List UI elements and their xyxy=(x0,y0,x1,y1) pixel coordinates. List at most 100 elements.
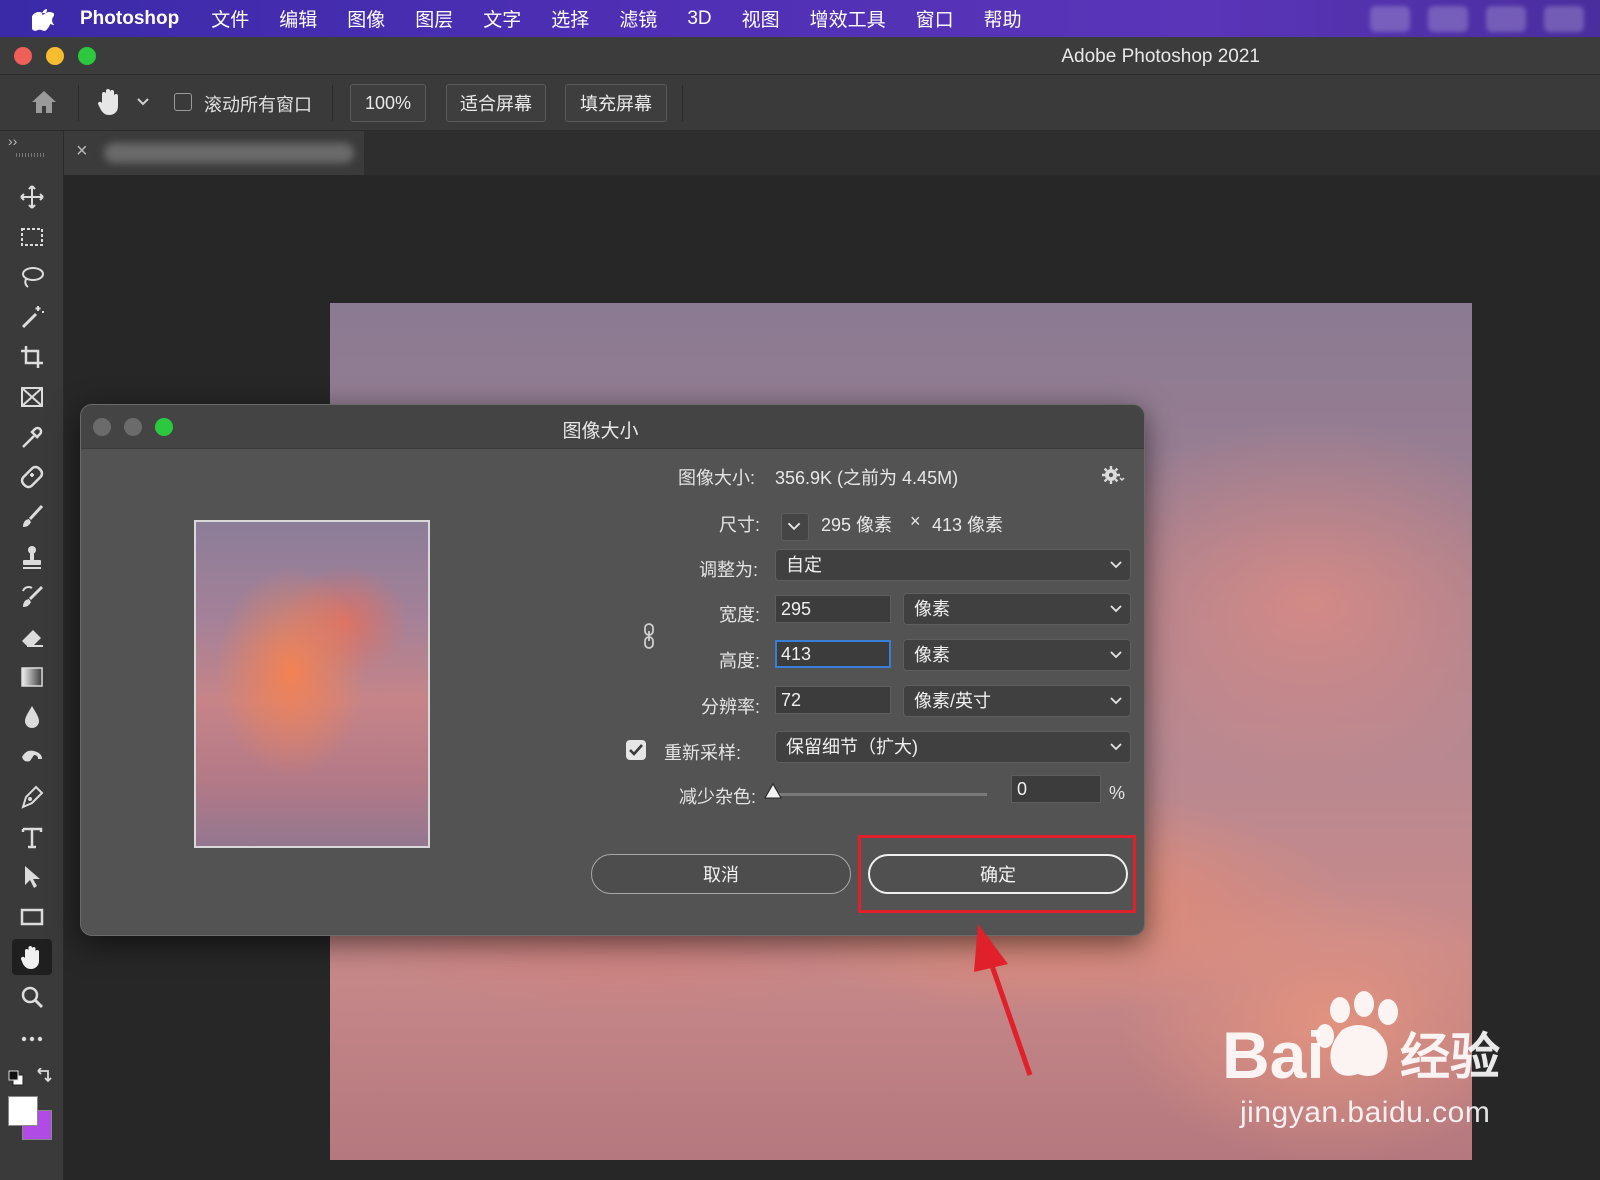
scroll-all-windows-label: 滚动所有窗口 xyxy=(204,95,312,115)
default-colors-icon[interactable] xyxy=(8,1070,24,1086)
zoom-100-button[interactable]: 100% xyxy=(350,84,426,122)
menu-select[interactable]: 选择 xyxy=(551,5,589,32)
chevron-down-icon xyxy=(787,522,801,531)
panel-grip[interactable] xyxy=(16,153,46,157)
window-minimize-button[interactable] xyxy=(46,47,64,65)
marquee-tool-icon[interactable] xyxy=(12,219,52,255)
tray-icon[interactable] xyxy=(1428,6,1468,32)
resolution-unit-value: 像素/英寸 xyxy=(914,691,992,711)
image-size-label: 图像大小: xyxy=(678,468,756,488)
tray-icon[interactable] xyxy=(1370,6,1410,32)
clone-stamp-tool-icon[interactable] xyxy=(12,539,52,575)
resample-label: 重新采样: xyxy=(664,743,742,763)
window-zoom-button[interactable] xyxy=(78,47,96,65)
fit-to-select[interactable]: 自定 xyxy=(775,549,1131,581)
smudge-tool-icon[interactable] xyxy=(12,739,52,775)
swap-colors-icon[interactable] xyxy=(34,1068,52,1086)
chevron-down-icon xyxy=(1110,743,1122,751)
width-unit-select[interactable]: 像素 xyxy=(903,593,1131,625)
foreground-color-swatch[interactable] xyxy=(8,1096,38,1126)
height-unit-select[interactable]: 像素 xyxy=(903,639,1131,671)
collapse-panel-icon[interactable]: ›› xyxy=(8,133,17,149)
dialog-titlebar: 图像大小 xyxy=(81,405,1144,449)
crop-tool-icon[interactable] xyxy=(12,339,52,375)
menu-type[interactable]: 文字 xyxy=(483,5,521,32)
width-unit-value: 像素 xyxy=(914,599,950,619)
menu-filter[interactable]: 滤镜 xyxy=(619,5,657,32)
document-tab[interactable]: × xyxy=(64,131,364,175)
menu-bar: Photoshop 文件 编辑 图像 图层 文字 选择 滤镜 3D 视图 增效工… xyxy=(0,0,1600,37)
reduce-noise-slider[interactable] xyxy=(771,793,987,796)
resample-method-select[interactable]: 保留细节（扩大) xyxy=(775,731,1131,763)
path-selection-tool-icon[interactable] xyxy=(12,859,52,895)
fill-screen-button[interactable]: 填充屏幕 xyxy=(565,84,667,122)
hand-tool-icon[interactable] xyxy=(96,87,122,117)
image-preview[interactable] xyxy=(194,520,430,848)
slider-thumb[interactable] xyxy=(764,783,782,799)
resolution-label: 分辨率: xyxy=(701,697,761,717)
document-tab-bar: × xyxy=(64,131,1600,175)
apple-icon[interactable] xyxy=(32,7,54,31)
width-input[interactable]: 295 xyxy=(775,595,891,623)
menu-file[interactable]: 文件 xyxy=(211,5,249,32)
resolution-unit-select[interactable]: 像素/英寸 xyxy=(903,685,1131,717)
home-icon[interactable] xyxy=(30,89,58,115)
cancel-button[interactable]: 取消 xyxy=(591,854,851,894)
reduce-noise-input[interactable]: 0 xyxy=(1011,775,1101,803)
checkmark-icon xyxy=(629,744,643,756)
menu-app-name[interactable]: Photoshop xyxy=(80,8,179,30)
menu-layer[interactable]: 图层 xyxy=(415,5,453,32)
menu-edit[interactable]: 编辑 xyxy=(279,5,317,32)
menu-plugins[interactable]: 增效工具 xyxy=(810,5,886,32)
divider xyxy=(682,85,683,121)
rectangle-tool-icon[interactable] xyxy=(12,899,52,935)
reduce-noise-label: 减少杂色: xyxy=(679,787,757,807)
document-tab-name xyxy=(104,143,354,163)
resolution-input[interactable]: 72 xyxy=(775,686,891,714)
annotation-arrow-icon xyxy=(974,924,1033,1076)
dimensions-unit-dropdown[interactable] xyxy=(781,513,809,541)
tray-icon[interactable] xyxy=(1486,6,1526,32)
scroll-all-windows-checkbox[interactable] xyxy=(174,93,192,111)
frame-tool-icon[interactable] xyxy=(12,379,52,415)
eyedropper-tool-icon[interactable] xyxy=(12,419,52,455)
dimensions-separator: × xyxy=(910,511,921,531)
fit-screen-button[interactable]: 适合屏幕 xyxy=(446,84,546,122)
eraser-tool-icon[interactable] xyxy=(12,619,52,655)
pen-tool-icon[interactable] xyxy=(12,779,52,815)
window-title: Adobe Photoshop 2021 xyxy=(1061,46,1260,67)
healing-brush-tool-icon[interactable] xyxy=(12,459,52,495)
menu-view[interactable]: 视图 xyxy=(742,5,780,32)
resample-checkbox[interactable] xyxy=(626,740,646,760)
menu-window[interactable]: 窗口 xyxy=(916,5,954,32)
blur-tool-icon[interactable] xyxy=(12,699,52,735)
menu-image[interactable]: 图像 xyxy=(347,5,385,32)
window-close-button[interactable] xyxy=(14,47,32,65)
magic-wand-tool-icon[interactable] xyxy=(12,299,52,335)
close-tab-icon[interactable]: × xyxy=(76,140,88,163)
brush-tool-icon[interactable] xyxy=(12,499,52,535)
chevron-down-icon xyxy=(1110,561,1122,569)
divider xyxy=(78,85,79,121)
move-tool-icon[interactable] xyxy=(12,179,52,215)
width-label: 宽度: xyxy=(719,605,761,625)
history-brush-tool-icon[interactable] xyxy=(12,579,52,615)
dimensions-label: 尺寸: xyxy=(719,515,761,535)
hand-tool-icon[interactable] xyxy=(12,939,52,975)
options-bar: 滚动所有窗口 100% 适合屏幕 填充屏幕 xyxy=(0,75,1600,131)
gradient-tool-icon[interactable] xyxy=(12,659,52,695)
link-constrain-icon[interactable] xyxy=(641,621,657,651)
height-input[interactable]: 413 xyxy=(775,640,891,668)
chevron-down-icon[interactable] xyxy=(136,97,150,107)
more-tools-icon[interactable] xyxy=(12,1021,52,1057)
image-size-value: 356.9K (之前为 4.45M) xyxy=(775,468,959,488)
divider xyxy=(332,85,333,121)
zoom-tool-icon[interactable] xyxy=(12,979,52,1015)
menu-3d[interactable]: 3D xyxy=(687,8,711,30)
tray-icon[interactable] xyxy=(1544,6,1584,32)
menu-help[interactable]: 帮助 xyxy=(984,5,1022,32)
gear-icon[interactable] xyxy=(1101,463,1125,487)
type-tool-icon[interactable] xyxy=(12,819,52,855)
chevron-down-icon xyxy=(1110,697,1122,705)
lasso-tool-icon[interactable] xyxy=(12,259,52,295)
